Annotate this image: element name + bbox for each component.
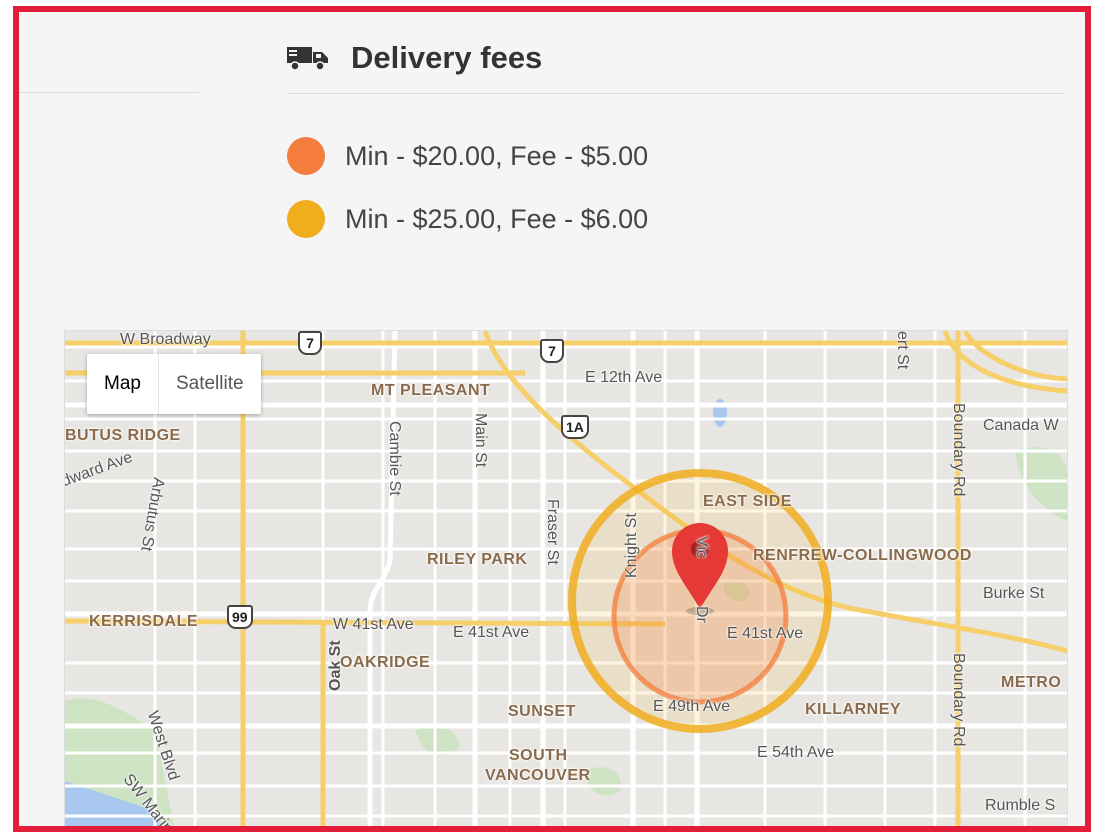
neighborhood-label: MT PLEASANT	[371, 382, 491, 399]
neighborhood-label: RENFREW-COLLINGWOOD	[753, 547, 972, 564]
street-label: W 41st Ave	[333, 616, 414, 633]
truck-icon	[287, 46, 328, 71]
street-label: Dr	[693, 606, 710, 623]
zone-color-dot	[287, 200, 325, 238]
street-label: Fraser St	[544, 499, 561, 565]
highway-shield: 99	[227, 605, 253, 629]
highway-shield: 1A	[561, 415, 589, 439]
delivery-fees-panel: Delivery fees Min - $20.00, Fee - $5.00 …	[13, 6, 1091, 832]
legend-item-label: Min - $20.00, Fee - $5.00	[345, 140, 649, 171]
highway-shield: 7	[298, 331, 322, 355]
neighborhood-label: RILEY PARK	[427, 551, 528, 568]
street-label: E 12th Ave	[585, 369, 663, 386]
street-label: E 49th Ave	[653, 698, 731, 715]
park-area	[415, 726, 460, 756]
neighborhood-label: OAKRIDGE	[340, 654, 431, 671]
delivery-map[interactable]: W Broadway E 12th Ave Canada W Boundary …	[64, 330, 1068, 826]
highway-shield: 7	[540, 339, 564, 363]
street-label: Main St	[472, 413, 489, 468]
neighborhood-label: SUNSET	[508, 703, 576, 720]
street-label: Cambie St	[386, 421, 403, 496]
page-title: Delivery fees	[351, 39, 543, 75]
legend-item-label: Min - $25.00, Fee - $6.00	[345, 203, 649, 234]
street-label: W Broadway	[120, 331, 211, 348]
street-label: Knight St	[623, 513, 640, 578]
map-type-toggle: Map Satellite	[87, 354, 261, 414]
neighborhood-label: VANCOUVER	[485, 767, 591, 784]
zone-color-dot	[287, 137, 325, 175]
street-label: Boundary Rd	[950, 653, 967, 747]
map-view-button[interactable]: Map	[87, 354, 158, 414]
street-label: ert St	[894, 331, 911, 370]
street-label: E 54th Ave	[757, 744, 835, 761]
legend-item: Min - $20.00, Fee - $5.00	[287, 136, 648, 176]
street-label: Rumble S	[985, 797, 1056, 814]
legend-item: Min - $25.00, Fee - $6.00	[287, 199, 648, 239]
neighborhood-label: EAST SIDE	[703, 493, 792, 510]
neighborhood-label: SOUTH	[509, 747, 568, 764]
neighborhood-label: KERRISDALE	[89, 613, 199, 630]
neighborhood-label: BUTUS RIDGE	[65, 427, 181, 444]
street-label: E 41st Ave	[727, 625, 804, 642]
section-header: Delivery fees	[287, 32, 1065, 94]
neighborhood-label: KILLARNEY	[805, 701, 902, 718]
left-divider	[19, 92, 199, 93]
fee-legend: Min - $20.00, Fee - $5.00 Min - $25.00, …	[287, 136, 648, 262]
satellite-view-button[interactable]: Satellite	[157, 354, 261, 414]
neighborhood-label: METRO	[1001, 674, 1062, 691]
street-label: E 41st Ave	[453, 624, 530, 641]
street-label: Canada W	[983, 417, 1059, 434]
street-label: Boundary Rd	[950, 403, 967, 497]
street-label: Vic	[693, 536, 710, 558]
street-label: Burke St	[983, 585, 1045, 602]
